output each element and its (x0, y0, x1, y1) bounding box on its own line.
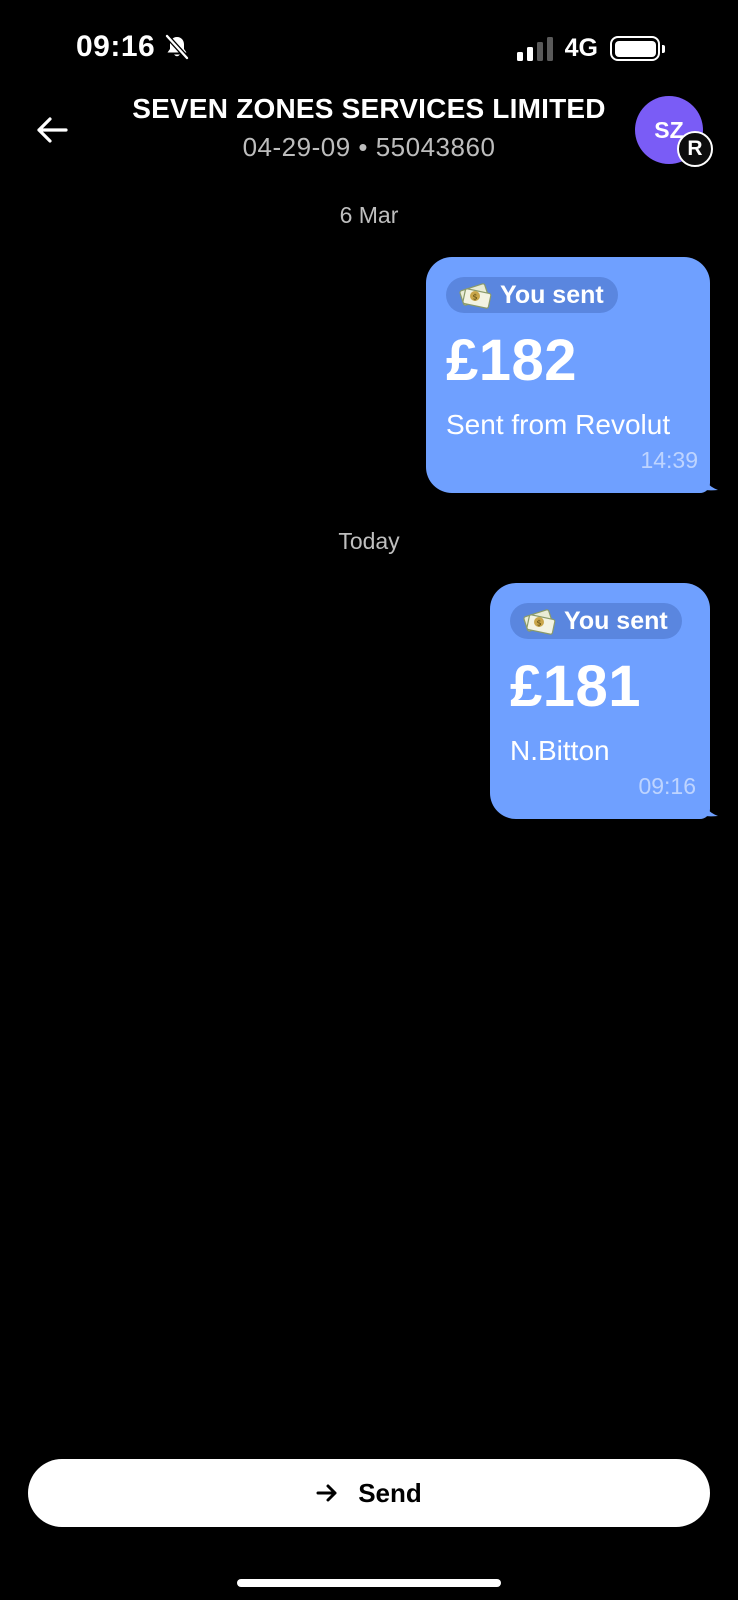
home-indicator[interactable] (237, 1579, 501, 1587)
badge-letter: R (687, 137, 703, 160)
chip-label: You sent (564, 606, 668, 635)
message-time: 09:16 (638, 773, 696, 799)
svg-text:$: $ (472, 293, 477, 302)
date-separator: 6 Mar (339, 202, 399, 228)
status-time-text: 09:16 (76, 30, 156, 63)
money-icon: $ (523, 609, 556, 635)
transfer-chat-screen: 09:16 4G SEVEN ZONES SERVICES LIMITED 04… (0, 0, 738, 1600)
status-time: 09:16 (76, 30, 191, 64)
payment-note: N.Bitton (510, 735, 610, 766)
send-button[interactable]: Send (28, 1459, 710, 1527)
svg-text:$: $ (536, 619, 541, 628)
recipient-name: SEVEN ZONES SERVICES LIMITED (132, 93, 606, 124)
revolut-badge: R (677, 131, 713, 167)
payment-bubble[interactable]: $ You sent £182 Sent from Revolut 14:39 (426, 257, 710, 493)
status-indicators: 4G (516, 34, 665, 63)
message-time: 14:39 (640, 447, 698, 473)
amount: £182 (446, 328, 578, 393)
battery-icon (610, 36, 665, 61)
bell-slash-icon (165, 34, 190, 60)
send-label: Send (358, 1477, 422, 1508)
signal-icon (516, 36, 553, 61)
payment-note: Sent from Revolut (446, 409, 671, 440)
date-separator: Today (338, 528, 400, 554)
money-icon: $ (459, 283, 492, 309)
payment-bubble[interactable]: $ You sent £181 N.Bitton 09:16 (490, 583, 710, 819)
arrow-right-icon (316, 1484, 337, 1502)
network-label: 4G (564, 34, 598, 62)
account-details: 04-29-09 • 55043860 (242, 132, 496, 162)
you-sent-chip: $ You sent (510, 603, 682, 639)
you-sent-chip: $ You sent (446, 277, 618, 313)
amount: £181 (510, 654, 642, 719)
chip-label: You sent (500, 280, 604, 309)
